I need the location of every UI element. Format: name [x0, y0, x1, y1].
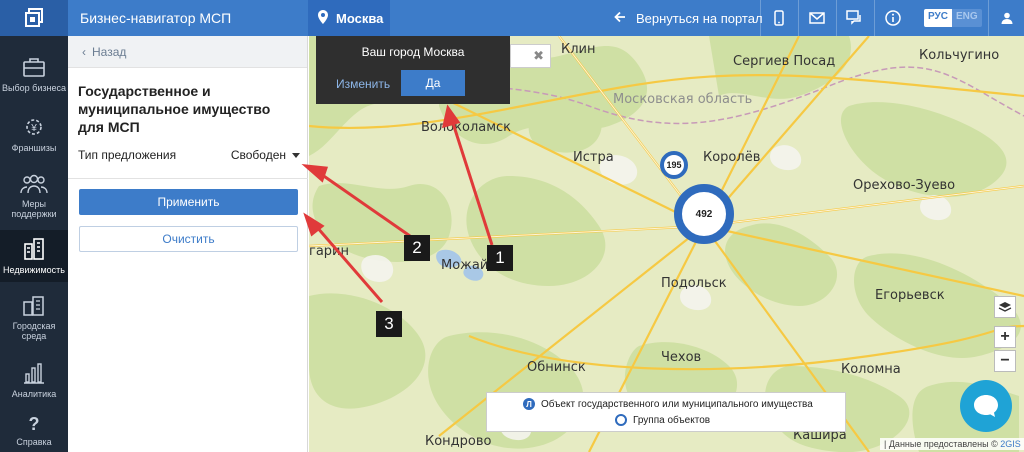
language-switch: РУС ENG: [924, 9, 982, 27]
sidebar-item-label: Выбор бизнеса: [2, 83, 66, 93]
annotation-badge-3: 3: [376, 311, 402, 337]
layers-button[interactable]: [994, 296, 1016, 318]
top-bar: Бизнес-навигатор МСП Москва Вернуться на…: [0, 0, 1024, 36]
chevron-left-icon: ‹: [82, 44, 86, 59]
question-icon: ?: [28, 414, 40, 434]
mail-icon[interactable]: [798, 0, 834, 36]
support-chat-button[interactable]: [960, 380, 1012, 432]
map-label-kolomna: Коломна: [841, 362, 901, 377]
offer-type-label: Тип предложения: [78, 148, 177, 162]
city-selector[interactable]: Москва: [308, 0, 390, 36]
app-title[interactable]: Бизнес-навигатор МСП: [80, 0, 231, 36]
confirm-city-button[interactable]: Да: [401, 70, 465, 96]
sidebar-item-label: Аналитика: [11, 389, 57, 399]
annotation-badge-1: 1: [487, 245, 513, 271]
back-to-portal-label: Вернуться на портал: [636, 10, 763, 26]
map-label-sergiev-posad: Сергиев Посад: [733, 54, 836, 69]
clear-button[interactable]: Очистить: [79, 226, 298, 252]
map-label-egorievsk: Егорьевск: [875, 288, 945, 303]
popup-title: Ваш город Москва: [361, 45, 465, 59]
back-button[interactable]: ‹ Назад: [68, 36, 307, 68]
sidebar-item-analytics[interactable]: Аналитика: [0, 362, 68, 399]
back-to-portal-link[interactable]: Вернуться на портал: [614, 0, 777, 36]
map-label-podolsk: Подольск: [661, 276, 727, 291]
mobile-icon[interactable]: [760, 0, 796, 36]
panel-title: Государственное и муниципальное имуществ…: [78, 83, 271, 135]
attribution-text: | Данные предоставлены ©: [884, 439, 998, 449]
offer-type-value: Свободен: [230, 148, 286, 162]
sidebar-item-label: Городская среда: [12, 321, 56, 341]
buildings-icon: [22, 238, 46, 262]
sidebar-item-label: Справка: [16, 437, 52, 447]
offer-type-select[interactable]: Свободен: [231, 148, 300, 162]
arrow-left-icon: [614, 11, 626, 26]
zoom-out-button[interactable]: −: [994, 350, 1016, 372]
map-legend: Л Объект государственного или муниципаль…: [486, 392, 846, 432]
chat-icon[interactable]: [836, 0, 872, 36]
group-marker-icon: [615, 414, 627, 426]
city-icon: [22, 294, 46, 318]
svg-text:¥: ¥: [30, 123, 37, 134]
user-icon[interactable]: [988, 0, 1024, 36]
cluster-marker-large[interactable]: 492: [674, 184, 734, 244]
map-attribution: | Данные предоставлены © 2GIS: [880, 438, 1024, 450]
map-label-obninsk: Обнинск: [527, 360, 586, 375]
gear-icon: ¥: [23, 116, 45, 140]
map-label-chekhov: Чехов: [661, 350, 702, 365]
sidebar-item-support[interactable]: Меры поддержки: [0, 174, 68, 219]
lang-ru-button[interactable]: РУС: [924, 9, 952, 27]
offer-type-row: Тип предложения Свободен: [78, 148, 300, 162]
sidebar-item-realty[interactable]: Недвижимость: [0, 230, 68, 282]
map-label-kolchugino: Кольчугино: [919, 48, 1000, 63]
sidebar-item-city[interactable]: Городская среда: [0, 294, 68, 341]
back-label: Назад: [92, 44, 127, 59]
bar-chart-icon: [22, 362, 46, 386]
zoom-in-button[interactable]: +: [994, 326, 1016, 348]
people-icon: [19, 174, 49, 196]
map-label-region: Московская область: [613, 92, 753, 107]
legend-row-group: Группа объектов: [615, 414, 710, 426]
chat-bubble-icon: [974, 395, 998, 417]
popup-close-area: ✖: [510, 44, 551, 68]
sidebar-item-business[interactable]: Выбор бизнеса: [0, 56, 68, 93]
city-name: Москва: [336, 10, 384, 26]
caret-down-icon: [292, 152, 300, 158]
info-icon[interactable]: [874, 0, 910, 36]
legend-object-label: Объект государственного или муниципально…: [541, 398, 813, 410]
filter-panel: ‹ Назад Государственное и муниципальное …: [68, 36, 308, 452]
map-label-istra: Истра: [573, 150, 614, 165]
sidebar-item-franchise[interactable]: ¥ Франшизы: [0, 116, 68, 153]
lang-en-button[interactable]: ENG: [951, 9, 982, 27]
sidebar-item-label: Франшизы: [11, 143, 57, 153]
object-marker-icon: Л: [523, 398, 535, 410]
sidebar-item-help[interactable]: ? Справка: [0, 414, 68, 447]
attribution-link[interactable]: 2GIS: [1000, 439, 1021, 449]
divider: [68, 178, 308, 179]
apply-button[interactable]: Применить: [79, 189, 298, 215]
map-label-volokolamsk: Волоколамск: [421, 120, 512, 135]
map-label-klin: Клин: [561, 42, 596, 57]
sidebar: Выбор бизнеса ¥ Франшизы Меры поддержки …: [0, 36, 68, 452]
map-label-korolev: Королёв: [703, 150, 761, 165]
legend-row-object: Л Объект государственного или муниципаль…: [523, 398, 813, 410]
layers-icon: [998, 302, 1012, 312]
location-pin-icon: [318, 9, 328, 27]
cluster-marker-small[interactable]: 195: [660, 151, 688, 179]
close-icon[interactable]: ✖: [533, 48, 544, 64]
map-label-orekhovo-zuevo: Орехово-Зуево: [853, 178, 956, 193]
map-label-kondrovo: Кондрово: [425, 434, 492, 449]
sidebar-item-label: Недвижимость: [3, 265, 65, 275]
annotation-badge-2: 2: [404, 235, 430, 261]
logo-icon[interactable]: [0, 0, 68, 36]
sidebar-item-label: Меры поддержки: [11, 199, 57, 219]
legend-group-label: Группа объектов: [633, 414, 711, 426]
map-label-gagarin: гарин: [309, 244, 349, 259]
city-confirm-popup: Ваш город Москва Изменить Да: [316, 36, 510, 104]
briefcase-icon: [22, 56, 46, 80]
